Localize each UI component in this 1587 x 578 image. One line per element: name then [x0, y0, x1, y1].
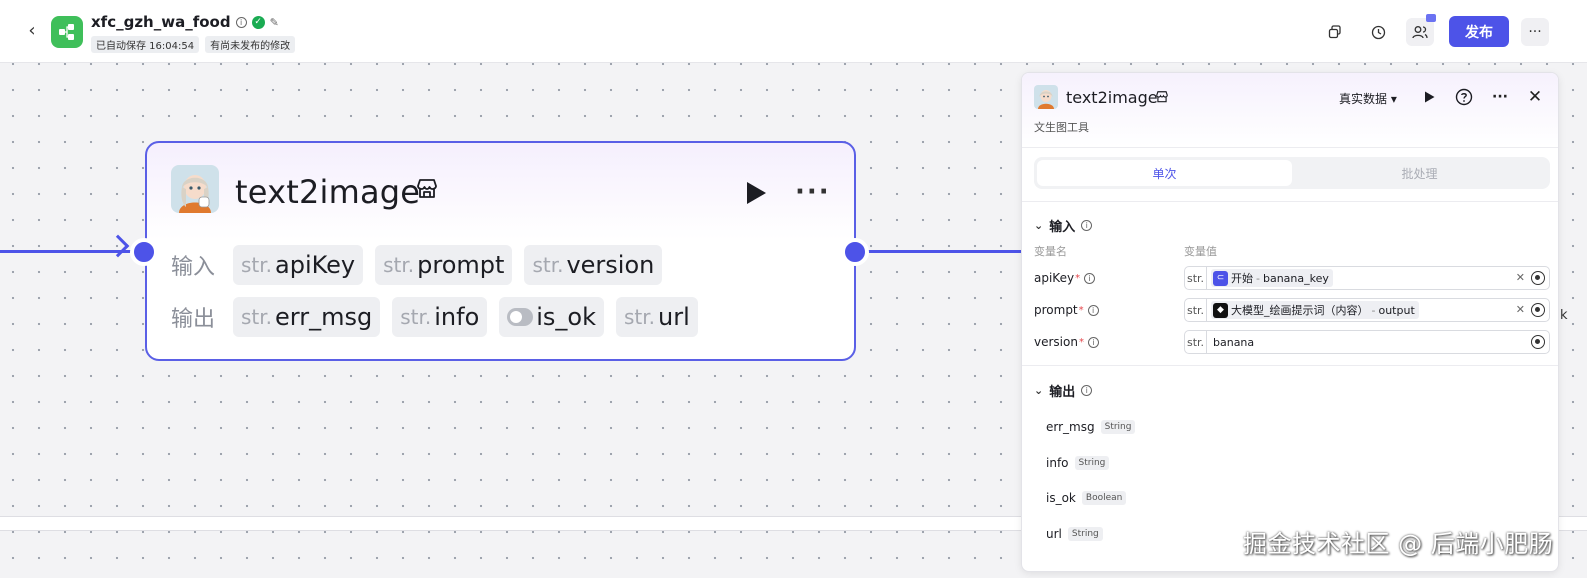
input-chip-apikey: str. apiKey [233, 245, 364, 285]
clear-icon[interactable]: ✕ [1516, 271, 1525, 284]
close-icon[interactable]: ✕ [1524, 86, 1546, 108]
start-node-icon: ⊂ [1213, 270, 1228, 286]
collab-badge-icon [1426, 14, 1436, 22]
tab-batch[interactable]: 批处理 [1292, 160, 1547, 186]
workflow-app-icon [51, 16, 83, 48]
info-icon[interactable]: i [1081, 385, 1093, 396]
output-section-header[interactable]: ⌄ 输出 i [1034, 381, 1093, 400]
plugin-avatar [171, 165, 219, 213]
variable-reference-chip[interactable]: ◆ 大模型_绘画提示词（内容） - output [1211, 301, 1419, 319]
node-output-port[interactable] [841, 238, 869, 266]
copy-icon[interactable] [1321, 18, 1349, 46]
run-mode-tabs: 单次 批处理 [1034, 157, 1550, 189]
output-label: 输出 [171, 307, 216, 332]
text2image-node[interactable]: text2image ··· 输入 str. apiKey str. prompt … [145, 141, 856, 361]
clear-icon[interactable]: ✕ [1516, 303, 1525, 316]
data-mode-select[interactable]: 真实数据 ▾ [1339, 90, 1397, 107]
info-icon[interactable]: i [1087, 304, 1099, 316]
panel-title: text2image [1066, 88, 1158, 107]
node-title: text2image [235, 173, 421, 211]
llm-node-icon: ◆ [1213, 302, 1228, 318]
variable-select-icon[interactable] [1531, 335, 1545, 349]
output-item-url: url String [1046, 527, 1103, 541]
type-tag: String [1074, 456, 1110, 470]
param-name-apikey: apiKey * i [1034, 271, 1096, 285]
divider [1022, 201, 1558, 202]
info-icon[interactable]: i [1081, 220, 1093, 231]
divider [1022, 365, 1558, 366]
panel-run-icon[interactable] [1418, 86, 1440, 108]
input-chip-version: str. version [524, 245, 663, 285]
verified-check-icon: ✓ [251, 15, 265, 29]
back-arrow-icon[interactable]: ‹ [22, 20, 42, 42]
outgoing-edge[interactable] [868, 250, 1028, 253]
variable-select-icon[interactable] [1531, 303, 1545, 317]
chevron-down-icon: ⌄ [1034, 384, 1044, 397]
output-chip-err-msg: str. err_msg [233, 297, 381, 337]
node-outputs-row: 输出 str. err_msg str. info is_ok str. url [171, 297, 698, 337]
node-input-port[interactable] [130, 238, 158, 266]
panel-header: text2image 文生图工具 真实数据 ▾ ··· ✕ [1022, 73, 1558, 148]
top-bar: ‹ xfc_gzh_wa_food i ✓ ✎ 已自动保存 16:04:54 有… [0, 0, 1587, 63]
variable-reference-chip[interactable]: ⊂ 开始 - banana_key [1211, 269, 1333, 287]
info-icon[interactable]: i [235, 16, 247, 28]
variable-select-icon[interactable] [1531, 271, 1545, 285]
unpublished-badge: 有尚未发布的修改 [205, 36, 296, 53]
panel-plugin-avatar [1034, 85, 1058, 109]
input-section-header[interactable]: ⌄ 输入 i [1034, 216, 1093, 235]
input-label: 输入 [171, 255, 216, 280]
column-header-name: 变量名 [1034, 245, 1067, 258]
type-label: str. [1185, 299, 1207, 321]
type-label: str. [1185, 331, 1207, 353]
type-tag: String [1067, 527, 1103, 541]
panel-store-icon [1155, 89, 1169, 103]
autosave-badge: 已自动保存 16:04:54 [91, 36, 200, 53]
more-options-icon[interactable]: ··· [1521, 18, 1549, 46]
app-name: xfc_gzh_wa_food [91, 13, 231, 31]
param-value-version[interactable]: str. banana [1184, 330, 1550, 354]
app-title-group: xfc_gzh_wa_food i ✓ ✎ [91, 13, 279, 31]
info-icon[interactable]: i [1084, 272, 1096, 284]
watermark: 掘金技术社区 @ 后端小肥肠 [1243, 530, 1554, 558]
param-value-apikey[interactable]: str. ⊂ 开始 - banana_key ✕ [1184, 266, 1550, 290]
type-tag: Boolean [1081, 491, 1127, 505]
info-icon[interactable]: i [1087, 336, 1099, 348]
type-tag: String [1100, 420, 1136, 434]
caret-down-icon: ▾ [1390, 92, 1397, 106]
panel-more-icon[interactable]: ··· [1489, 86, 1511, 108]
param-name-prompt: prompt * i [1034, 303, 1099, 317]
publish-button[interactable]: 发布 [1449, 16, 1509, 47]
boolean-toggle-icon [507, 308, 534, 326]
edit-icon[interactable]: ✎ [270, 16, 279, 29]
param-value-text[interactable]: banana [1213, 336, 1254, 349]
store-icon [415, 177, 439, 201]
input-chip-prompt: str. prompt [375, 245, 513, 285]
output-item-info: info String [1046, 456, 1110, 470]
column-header-value: 变量值 [1184, 245, 1217, 258]
param-value-prompt[interactable]: str. ◆ 大模型_绘画提示词（内容） - output ✕ [1184, 298, 1550, 322]
edge-glyph: k [1560, 308, 1568, 323]
output-item-err-msg: err_msg String [1046, 420, 1136, 434]
param-name-version: version * i [1034, 335, 1099, 349]
output-chip-info: str. info [392, 297, 488, 337]
type-label: str. [1185, 267, 1207, 289]
output-chip-is-ok: is_ok [499, 297, 605, 337]
save-status: 已自动保存 16:04:54 有尚未发布的修改 [91, 36, 296, 53]
tab-single[interactable]: 单次 [1037, 160, 1292, 186]
run-node-icon[interactable] [745, 181, 767, 205]
output-chip-url: str. url [616, 297, 698, 337]
collaborators-icon[interactable] [1406, 14, 1436, 46]
node-inputs-row: 输入 str. apiKey str. prompt str. version [171, 245, 663, 285]
panel-subtitle: 文生图工具 [1034, 121, 1089, 134]
history-icon[interactable] [1364, 18, 1392, 46]
node-config-panel: text2image 文生图工具 真实数据 ▾ ··· ✕ 单次 批处理 ⌄ 输… [1021, 72, 1559, 572]
help-icon[interactable] [1453, 86, 1475, 108]
output-item-is-ok: is_ok Boolean [1046, 491, 1127, 505]
node-more-icon[interactable]: ··· [795, 177, 831, 207]
chevron-down-icon: ⌄ [1034, 219, 1044, 232]
